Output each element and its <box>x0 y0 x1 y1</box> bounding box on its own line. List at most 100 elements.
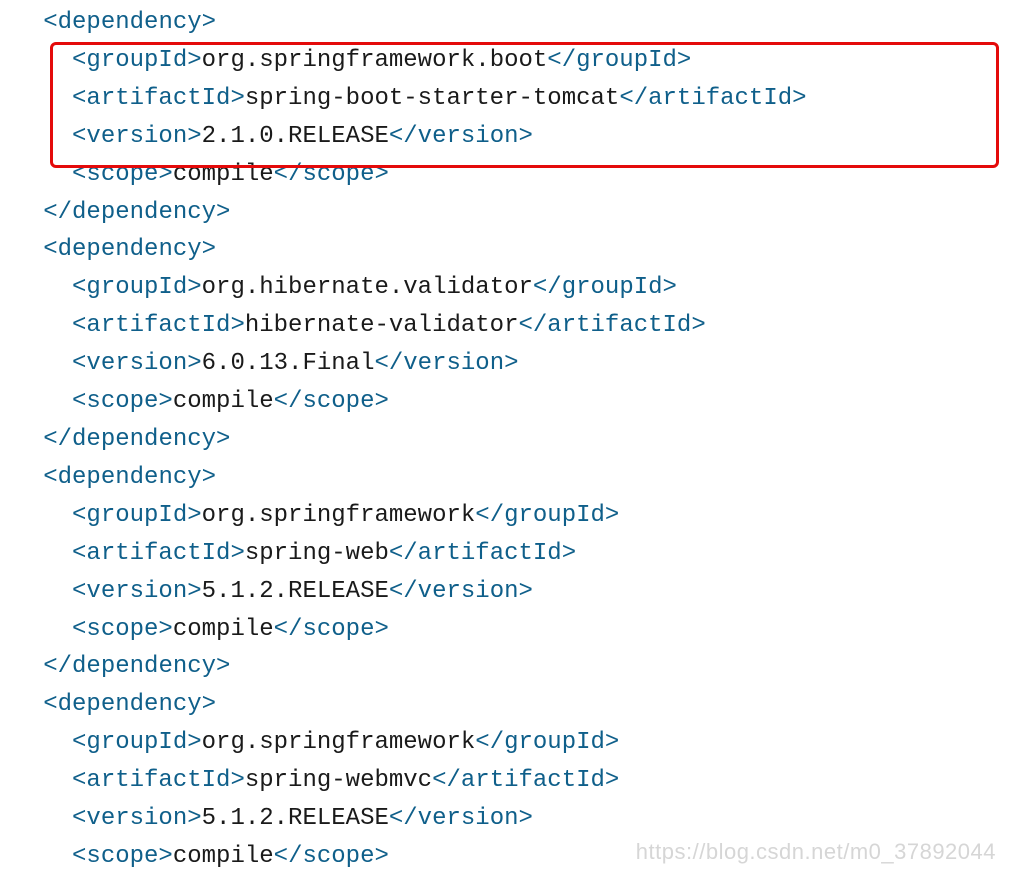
code-line: <groupId>org.springframework</groupId> <box>0 724 1010 762</box>
tag-artifactid-open: <artifactId> <box>72 767 245 794</box>
code-line: <artifactId>hibernate-validator</artifac… <box>0 307 1010 345</box>
tag-artifactid-open: <artifactId> <box>72 85 245 112</box>
code-line: <version>6.0.13.Final</version> <box>0 345 1010 383</box>
scope-value: compile <box>173 843 274 870</box>
tag-dependency-open: <dependency> <box>43 9 216 36</box>
artifactid-value: hibernate-validator <box>245 312 519 339</box>
artifactid-value: spring-web <box>245 540 389 567</box>
indent <box>0 464 43 491</box>
version-value: 6.0.13.Final <box>202 350 375 377</box>
tag-artifactid-open: <artifactId> <box>72 312 245 339</box>
indent <box>0 653 43 680</box>
code-line: </dependency> <box>0 648 1010 686</box>
tag-version-close: </version> <box>374 350 518 377</box>
code-line: <groupId>org.springframework</groupId> <box>0 497 1010 535</box>
tag-groupid-close: </groupId> <box>533 274 677 301</box>
tag-scope-close: </scope> <box>274 616 389 643</box>
code-line: <dependency> <box>0 4 1010 42</box>
groupid-value: org.springframework.boot <box>202 47 548 74</box>
code-line: <scope>compile</scope> <box>0 611 1010 649</box>
indent <box>0 388 72 415</box>
artifactid-value: spring-boot-starter-tomcat <box>245 85 619 112</box>
code-line: <artifactId>spring-web</artifactId> <box>0 535 1010 573</box>
tag-scope-close: </scope> <box>274 843 389 870</box>
tag-version-close: </version> <box>389 578 533 605</box>
indent <box>0 9 43 36</box>
indent <box>0 274 72 301</box>
tag-version-open: <version> <box>72 805 202 832</box>
scope-value: compile <box>173 161 274 188</box>
indent <box>0 805 72 832</box>
tag-version-open: <version> <box>72 350 202 377</box>
indent <box>0 578 72 605</box>
indent <box>0 85 72 112</box>
version-value: 2.1.0.RELEASE <box>202 123 389 150</box>
tag-artifactid-close: </artifactId> <box>389 540 576 567</box>
tag-groupid-close: </groupId> <box>475 502 619 529</box>
tag-groupid-close: </groupId> <box>475 729 619 756</box>
indent <box>0 123 72 150</box>
code-line: <artifactId>spring-webmvc</artifactId> <box>0 762 1010 800</box>
tag-version-close: </version> <box>389 123 533 150</box>
indent <box>0 236 43 263</box>
indent <box>0 843 72 870</box>
tag-scope-open: <scope> <box>72 616 173 643</box>
tag-dependency-close: </dependency> <box>43 426 230 453</box>
indent <box>0 161 72 188</box>
groupid-value: org.springframework <box>202 729 476 756</box>
code-line: <scope>compile</scope> <box>0 156 1010 194</box>
tag-groupid-open: <groupId> <box>72 47 202 74</box>
code-line: <dependency> <box>0 231 1010 269</box>
artifactid-value: spring-webmvc <box>245 767 432 794</box>
tag-artifactid-close: </artifactId> <box>519 312 706 339</box>
scope-value: compile <box>173 388 274 415</box>
indent <box>0 350 72 377</box>
tag-artifactid-close: </artifactId> <box>619 85 806 112</box>
groupid-value: org.springframework <box>202 502 476 529</box>
tag-version-close: </version> <box>389 805 533 832</box>
indent <box>0 540 72 567</box>
code-line: <artifactId>spring-boot-starter-tomcat</… <box>0 80 1010 118</box>
code-line: <scope>compile</scope> <box>0 383 1010 421</box>
groupid-value: org.hibernate.validator <box>202 274 533 301</box>
tag-dependency-close: </dependency> <box>43 653 230 680</box>
tag-groupid-close: </groupId> <box>547 47 691 74</box>
tag-version-open: <version> <box>72 578 202 605</box>
indent <box>0 691 43 718</box>
tag-dependency-open: <dependency> <box>43 464 216 491</box>
tag-dependency-open: <dependency> <box>43 691 216 718</box>
code-line: <dependency> <box>0 459 1010 497</box>
code-line: <version>5.1.2.RELEASE</version> <box>0 573 1010 611</box>
indent <box>0 767 72 794</box>
tag-dependency-open: <dependency> <box>43 236 216 263</box>
code-line: <dependency> <box>0 686 1010 724</box>
code-line: </dependency> <box>0 421 1010 459</box>
tag-groupid-open: <groupId> <box>72 729 202 756</box>
tag-scope-close: </scope> <box>274 161 389 188</box>
version-value: 5.1.2.RELEASE <box>202 578 389 605</box>
tag-artifactid-close: </artifactId> <box>432 767 619 794</box>
indent <box>0 312 72 339</box>
code-line: </dependency> <box>0 194 1010 232</box>
indent <box>0 426 43 453</box>
indent <box>0 47 72 74</box>
tag-groupid-open: <groupId> <box>72 502 202 529</box>
version-value: 5.1.2.RELEASE <box>202 805 389 832</box>
tag-artifactid-open: <artifactId> <box>72 540 245 567</box>
code-line: <groupId>org.springframework.boot</group… <box>0 42 1010 80</box>
code-line: <groupId>org.hibernate.validator</groupI… <box>0 269 1010 307</box>
code-line: <scope>compile</scope> <box>0 838 1010 876</box>
tag-version-open: <version> <box>72 123 202 150</box>
indent <box>0 199 43 226</box>
scope-value: compile <box>173 616 274 643</box>
code-line: <version>2.1.0.RELEASE</version> <box>0 118 1010 156</box>
tag-scope-open: <scope> <box>72 388 173 415</box>
code-block: <dependency> <groupId>org.springframewor… <box>0 0 1010 876</box>
indent <box>0 729 72 756</box>
tag-groupid-open: <groupId> <box>72 274 202 301</box>
code-line: <version>5.1.2.RELEASE</version> <box>0 800 1010 838</box>
indent <box>0 616 72 643</box>
tag-scope-open: <scope> <box>72 161 173 188</box>
tag-scope-close: </scope> <box>274 388 389 415</box>
tag-dependency-close: </dependency> <box>43 199 230 226</box>
